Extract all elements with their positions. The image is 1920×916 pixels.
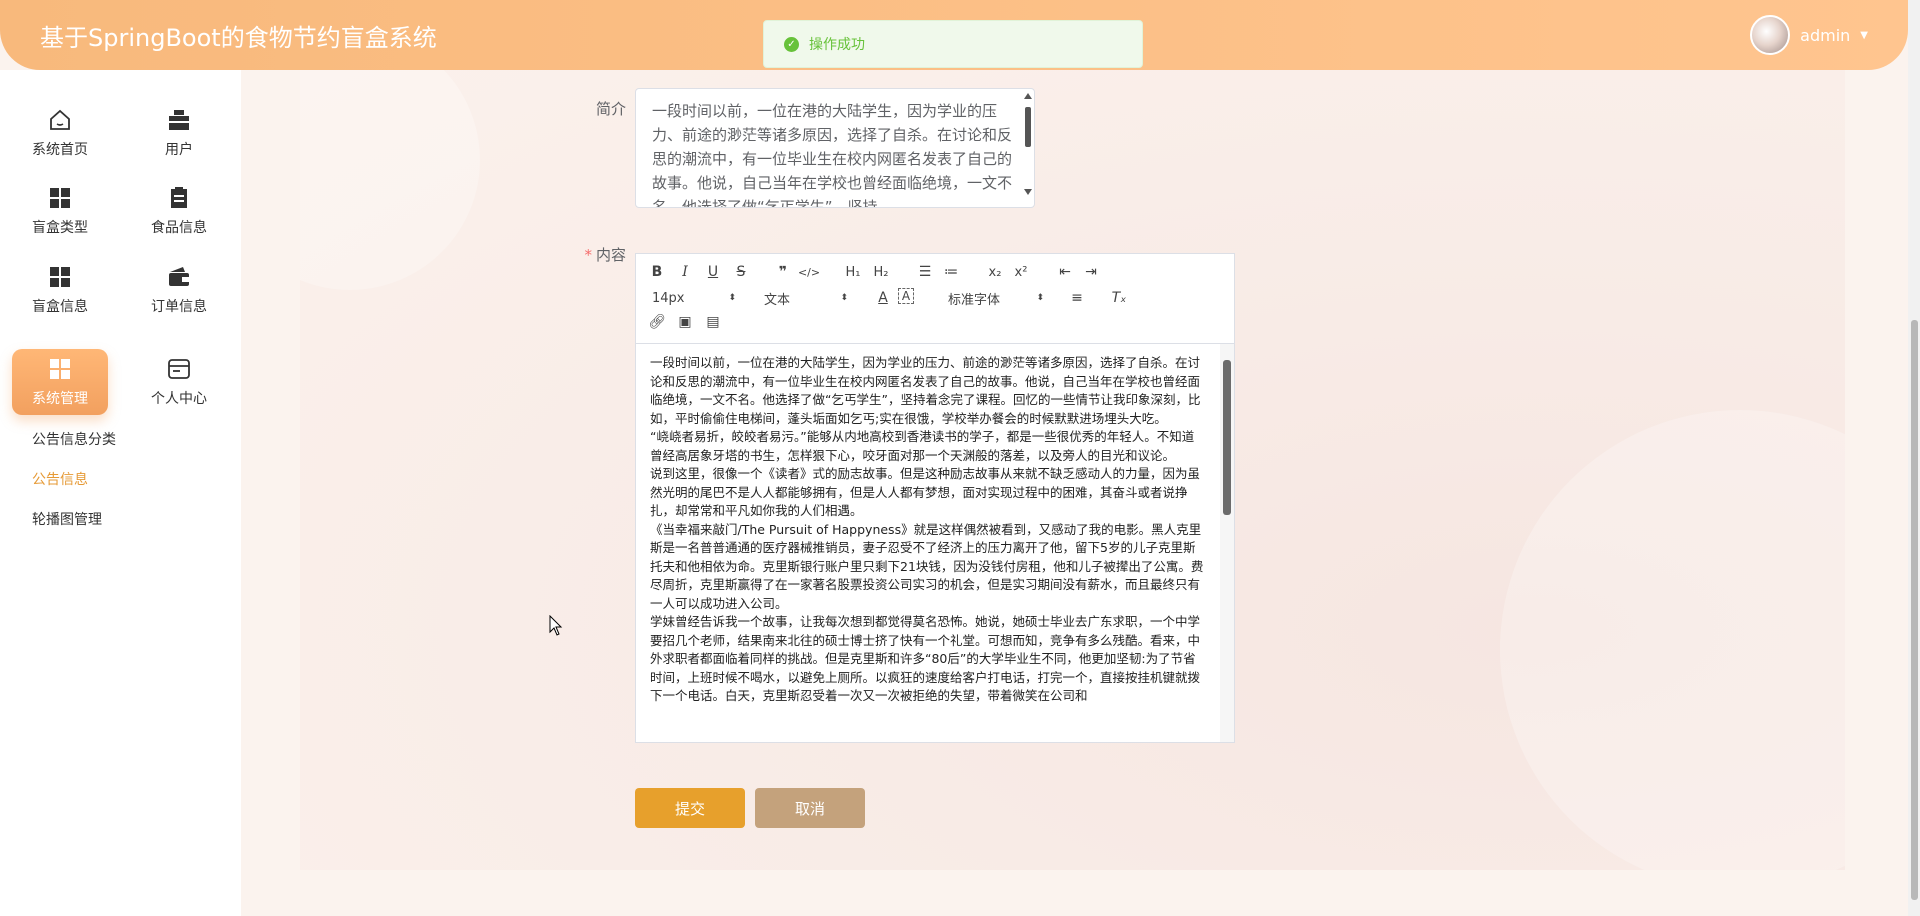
outdent-icon[interactable]: ⇤ [1054, 262, 1076, 282]
submenu: 公告信息分类 公告信息 轮播图管理 [32, 420, 116, 540]
code-block-icon[interactable]: </> [798, 262, 820, 282]
submenu-item-carousel[interactable]: 轮播图管理 [32, 500, 116, 540]
scroll-thumb[interactable] [1911, 320, 1918, 900]
blockquote-icon[interactable]: ❞ [772, 262, 794, 282]
align-icon[interactable]: ≡ [1066, 288, 1088, 308]
strikethrough-icon[interactable]: S [730, 262, 752, 282]
app-title: 基于SpringBoot的食物节约盲盒系统 [40, 23, 437, 52]
indent-icon[interactable]: ⇥ [1080, 262, 1102, 282]
block-format-select[interactable]: 文本 ⬍ [764, 288, 848, 308]
italic-icon[interactable]: I [674, 262, 696, 282]
page-scrollbar[interactable] [1908, 0, 1920, 916]
select-caret-icon: ⬍ [728, 293, 736, 303]
sidebar-item-food-info[interactable]: 食品信息 [131, 178, 227, 244]
content-label: * 内容 [560, 244, 626, 265]
sidebar-item-label: 食品信息 [151, 220, 207, 236]
font-size-value: 14px [652, 290, 685, 306]
card-icon [166, 356, 192, 382]
sidebar-item-system-management[interactable]: 系统管理 [12, 349, 108, 415]
block-format-value: 文本 [764, 292, 791, 308]
sidebar-item-blindbox-type[interactable]: 盲盒类型 [12, 178, 108, 244]
content-label-text: 内容 [595, 246, 626, 264]
font-size-select[interactable]: 14px ⬍ [652, 288, 736, 308]
ordered-list-icon[interactable]: ☰ [914, 262, 936, 282]
clipboard-icon [166, 185, 192, 211]
editor-scrollbar[interactable] [1220, 344, 1234, 742]
select-caret-icon: ⬍ [1036, 293, 1044, 303]
success-toast: ✓ 操作成功 [763, 20, 1143, 68]
link-icon[interactable]: 🔗︎ [646, 312, 668, 332]
sidebar-item-label: 用户 [165, 142, 193, 158]
editor-toolbar: B I U S ❞ </> H₁ H₂ ☰ ≔ x₂ x² ⇤ ⇥ 14px ⬍ … [636, 254, 1234, 344]
superscript-icon[interactable]: x² [1010, 262, 1032, 282]
username[interactable]: admin [1800, 26, 1850, 45]
scroll-down-icon[interactable] [1024, 189, 1032, 195]
bullet-list-icon[interactable]: ≔ [940, 262, 962, 282]
select-caret-icon: ⬍ [840, 293, 848, 303]
clear-format-icon[interactable]: Tₓ [1108, 288, 1130, 308]
sidebar-item-orders[interactable]: 订单信息 [131, 257, 227, 323]
grid-icon [47, 356, 73, 382]
mouse-cursor-icon [549, 615, 563, 636]
image-icon[interactable]: ▣ [674, 312, 696, 332]
content-paragraph: 一段时间以前，一位在港的大陆学生，因为学业的压力、前途的渺茫等诸多原因，选择了自… [650, 355, 1201, 426]
heading2-icon[interactable]: H₂ [870, 262, 892, 282]
sidebar-item-label: 盲盒信息 [32, 299, 88, 315]
content-paragraph: “峣峣者易折，皎皎者易污。”能够从内地高校到香港读书的学子，都是一些很优秀的年轻… [650, 429, 1195, 463]
font-family-value: 标准字体 [948, 292, 1001, 308]
rich-text-editor[interactable]: B I U S ❞ </> H₁ H₂ ☰ ≔ x₂ x² ⇤ ⇥ 14px ⬍ … [635, 253, 1235, 743]
heading1-icon[interactable]: H₁ [842, 262, 864, 282]
sidebar-item-blindbox-info[interactable]: 盲盒信息 [12, 257, 108, 323]
sidebar: 系统首页 用户 盲盒类型 食品信息 盲盒信息 订单信息 系统管理 个人中心 公告… [0, 70, 241, 916]
required-mark: * [584, 246, 592, 264]
scroll-thumb[interactable] [1223, 360, 1231, 515]
font-color-icon[interactable]: A [872, 288, 894, 308]
cancel-button[interactable]: 取消 [755, 788, 865, 828]
sidebar-item-personal-center[interactable]: 个人中心 [131, 349, 227, 415]
submenu-item-notice-category[interactable]: 公告信息分类 [32, 420, 116, 460]
summary-text: 一段时间以前，一位在港的大陆学生，因为学业的压力、前途的渺茫等诸多原因，选择了自… [652, 102, 1013, 208]
summary-label: 简介 [595, 100, 626, 118]
scroll-thumb[interactable] [1025, 107, 1031, 147]
summary-scrollbar[interactable] [1023, 91, 1033, 205]
decor-circle [1500, 410, 1845, 870]
home-icon [47, 107, 73, 133]
user-menu[interactable]: admin ▼ [1750, 15, 1868, 55]
summary-textarea[interactable]: 一段时间以前，一位在港的大陆学生，因为学业的压力、前途的渺茫等诸多原因，选择了自… [635, 88, 1035, 208]
sidebar-item-users[interactable]: 用户 [131, 100, 227, 166]
wallet-icon [166, 264, 192, 290]
submenu-item-notice-info[interactable]: 公告信息 [32, 460, 116, 500]
avatar[interactable] [1750, 15, 1791, 55]
content-paragraph: 《当幸福来敲门/The Pursuit of Happyness》就是这样偶然被… [650, 521, 1204, 611]
background-color-icon[interactable]: A [898, 288, 914, 304]
underline-icon[interactable]: U [702, 262, 724, 282]
grid-icon [47, 185, 73, 211]
submit-button[interactable]: 提交 [635, 788, 745, 828]
editor-content[interactable]: 一段时间以前，一位在港的大陆学生，因为学业的压力、前途的渺茫等诸多原因，选择了自… [636, 344, 1220, 742]
sidebar-item-label: 系统首页 [32, 142, 88, 158]
bold-icon[interactable]: B [646, 262, 668, 282]
font-family-select[interactable]: 标准字体 ⬍ [948, 288, 1044, 308]
sidebar-item-label: 个人中心 [151, 391, 207, 407]
sidebar-item-home[interactable]: 系统首页 [12, 100, 108, 166]
decor-circle [300, 70, 480, 290]
chevron-down-icon[interactable]: ▼ [1860, 30, 1868, 41]
grid-icon [47, 264, 73, 290]
sidebar-item-label: 系统管理 [32, 391, 88, 407]
scroll-up-icon[interactable] [1024, 93, 1032, 99]
content-paragraph: 说到这里，很像一个《读者》式的励志故事。但是这种励志故事从来就不缺乏感动人的力量… [650, 466, 1201, 518]
content-paragraph: 学妹曾经告诉我一个故事，让我每次想到都觉得莫名恐怖。她说，她硕士毕业去广东求职，… [650, 614, 1201, 703]
sidebar-item-label: 订单信息 [151, 299, 207, 315]
subscript-icon[interactable]: x₂ [984, 262, 1006, 282]
toast-message: 操作成功 [809, 37, 865, 53]
sidebar-item-label: 盲盒类型 [32, 220, 88, 236]
video-icon[interactable]: ▤ [702, 312, 724, 332]
check-circle-icon: ✓ [784, 36, 799, 52]
briefcase-icon [166, 107, 192, 133]
